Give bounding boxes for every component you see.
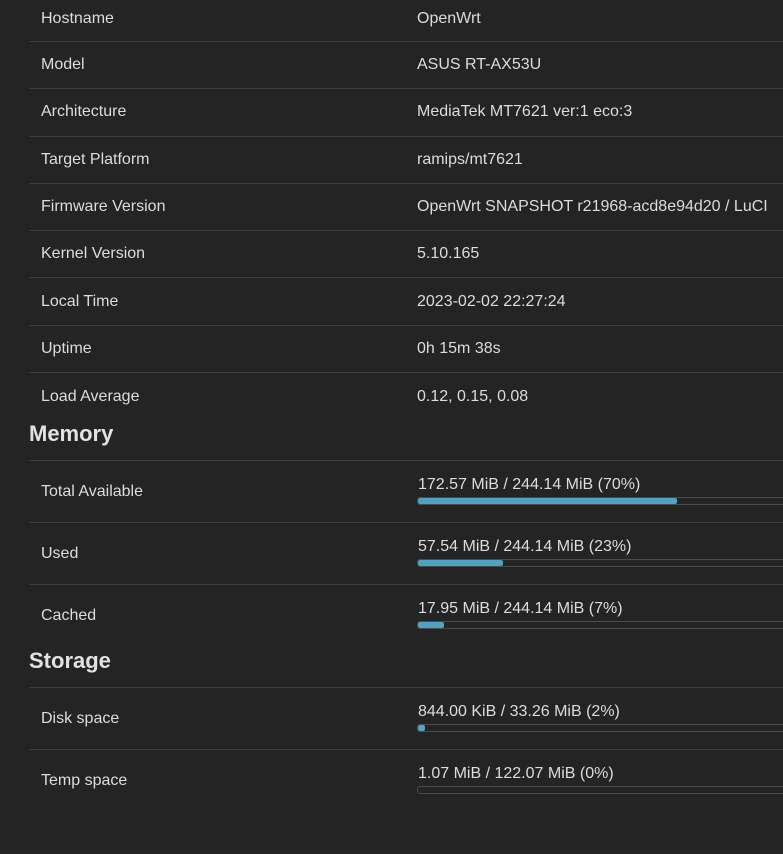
disk-space-label: Disk space (41, 709, 120, 727)
firmware-version-label: Firmware Version (41, 198, 166, 216)
hostname-label: Hostname (41, 10, 114, 27)
total-available-label: Total Available (41, 482, 143, 500)
architecture-value: MediaTek MT7621 ver:1 eco:3 (417, 103, 633, 121)
target-platform-value: ramips/mt7621 (417, 150, 523, 168)
progress-text: 17.95 MiB / 244.14 MiB (7%) (418, 600, 623, 618)
table-row: Temp space 1.07 MiB / 122.07 MiB (0%) (29, 750, 783, 812)
kernel-version-value: 5.10.165 (417, 245, 480, 263)
table-row: Target Platform ramips/mt7621 (29, 137, 783, 184)
temp-space-label: Temp space (41, 772, 128, 790)
progress-text: 172.57 MiB / 244.14 MiB (70%) (418, 476, 641, 494)
firmware-version-value: OpenWrt SNAPSHOT r21968-acd8e94d20 / LuC… (417, 198, 768, 216)
architecture-label: Architecture (41, 103, 127, 121)
temp-space-progress: 1.07 MiB / 122.07 MiB (0%) (417, 750, 783, 812)
model-label: Model (41, 56, 85, 74)
progress-text: 1.07 MiB / 122.07 MiB (0%) (418, 765, 614, 783)
status-overview: Hostname OpenWrt Model ASUS RT-AX53U Arc… (29, 0, 783, 812)
load-average-label: Load Average (41, 387, 140, 405)
table-row: Kernel Version 5.10.165 (29, 231, 783, 279)
progress-track (417, 724, 783, 733)
local-time-value: 2023-02-02 22:27:24 (417, 292, 566, 310)
used-label: Used (41, 544, 79, 562)
progress-text: 57.54 MiB / 244.14 MiB (23%) (418, 538, 632, 556)
table-row: Model ASUS RT-AX53U (29, 42, 783, 90)
table-row: Used 57.54 MiB / 244.14 MiB (23%) (29, 523, 783, 586)
table-row: Local Time 2023-02-02 22:27:24 (29, 278, 783, 326)
memory-section-title: Memory (29, 420, 783, 462)
progress-text: 844.00 KiB / 33.26 MiB (2%) (418, 703, 620, 721)
progress-track (417, 786, 783, 795)
table-row: Load Average 0.12, 0.15, 0.08 (29, 373, 783, 420)
total-available-progress: 172.57 MiB / 244.14 MiB (70%) (417, 461, 783, 522)
progress-fill (418, 622, 444, 629)
disk-space-progress: 844.00 KiB / 33.26 MiB (2%) (417, 688, 783, 749)
cached-progress: 17.95 MiB / 244.14 MiB (7%) (417, 585, 783, 647)
progress-fill (418, 560, 504, 567)
memory-table: Total Available 172.57 MiB / 244.14 MiB … (29, 461, 783, 647)
uptime-label: Uptime (41, 339, 92, 357)
table-row: Firmware Version OpenWrt SNAPSHOT r21968… (29, 184, 783, 232)
model-value: ASUS RT-AX53U (417, 56, 542, 74)
target-platform-label: Target Platform (41, 150, 150, 168)
progress-fill (418, 498, 677, 505)
load-average-value: 0.12, 0.15, 0.08 (417, 387, 529, 405)
table-row: Uptime 0h 15m 38s (29, 326, 783, 374)
uptime-value: 0h 15m 38s (417, 339, 501, 357)
progress-track (417, 621, 783, 630)
table-row: Architecture MediaTek MT7621 ver:1 eco:3 (29, 89, 783, 137)
table-row: Hostname OpenWrt (29, 0, 783, 42)
progress-fill (418, 725, 426, 732)
table-row: Total Available 172.57 MiB / 244.14 MiB … (29, 461, 783, 524)
used-progress: 57.54 MiB / 244.14 MiB (23%) (417, 523, 783, 584)
progress-track (417, 497, 783, 506)
local-time-label: Local Time (41, 292, 119, 310)
table-row: Disk space 844.00 KiB / 33.26 MiB (2%) (29, 688, 783, 751)
storage-section-title: Storage (29, 647, 783, 689)
kernel-version-label: Kernel Version (41, 245, 146, 263)
storage-table: Disk space 844.00 KiB / 33.26 MiB (2%) T… (29, 688, 783, 812)
cached-label: Cached (41, 607, 97, 625)
hostname-value: OpenWrt (417, 10, 481, 27)
table-row: Cached 17.95 MiB / 244.14 MiB (7%) (29, 585, 783, 647)
progress-track (417, 559, 783, 568)
system-info-table: Hostname OpenWrt Model ASUS RT-AX53U Arc… (29, 0, 783, 420)
